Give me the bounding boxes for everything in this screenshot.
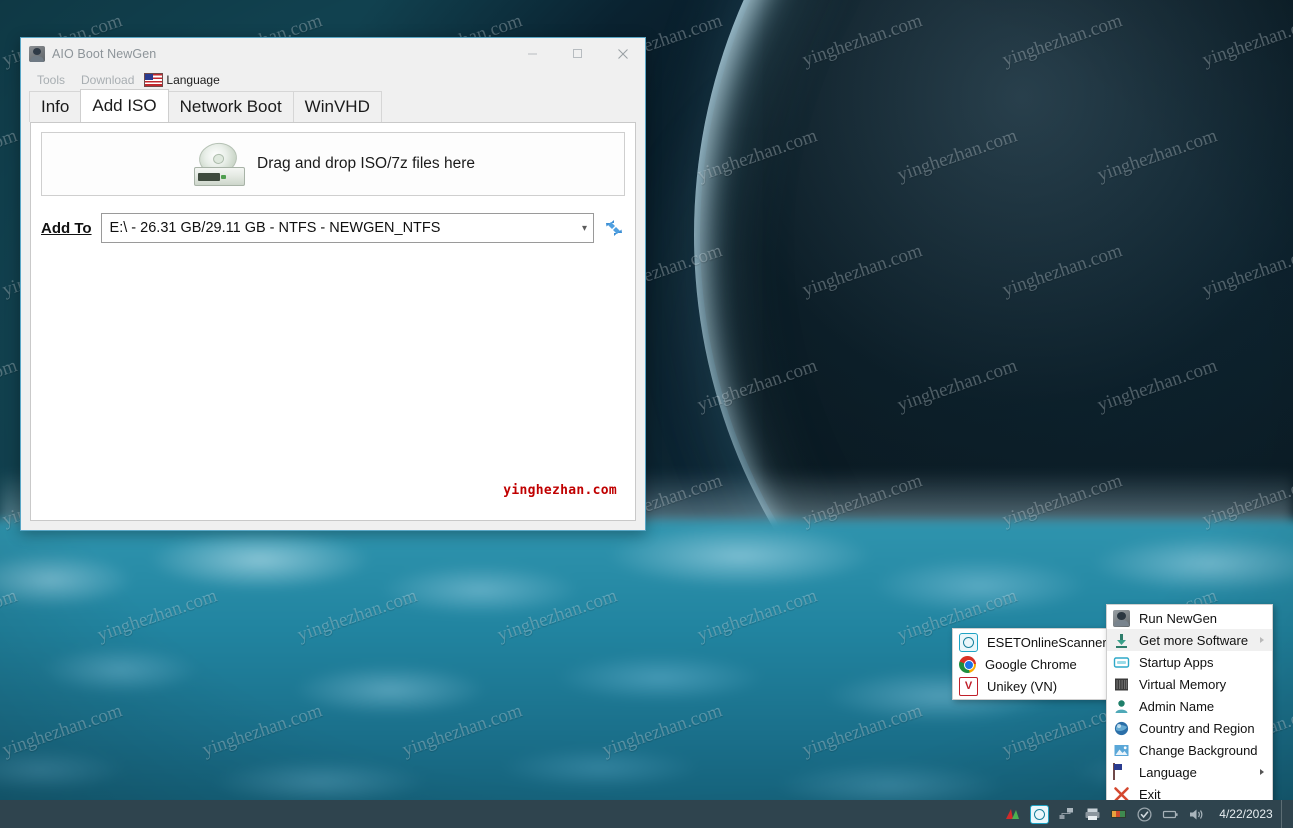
optical-disc-drive-icon — [191, 140, 247, 186]
submenu-item-chrome[interactable]: Google Chrome — [953, 653, 1108, 675]
menu-item-label: Country and Region — [1139, 720, 1255, 736]
menu-item-label: Run NewGen — [1139, 610, 1218, 626]
window-titlebar[interactable]: AIO Boot NewGen — [21, 38, 645, 69]
user-icon — [1113, 698, 1130, 715]
desktop: yinghezhan.com yinghezhan.com yinghezhan.c… — [0, 0, 1293, 828]
menu-item-virtual-memory[interactable]: Virtual Memory — [1107, 673, 1272, 695]
add-to-selected-value: E:\ - 26.31 GB/29.11 GB - NTFS - NEWGEN_… — [109, 220, 441, 236]
add-to-row: Add To E:\ - 26.31 GB/29.11 GB - NTFS - … — [41, 213, 625, 243]
taskbar-clock[interactable]: 4/22/2023 — [1215, 807, 1277, 821]
menu-tools[interactable]: Tools — [29, 69, 73, 90]
chevron-right-icon — [1260, 637, 1264, 643]
us-flag-icon — [1113, 762, 1130, 781]
refresh-icon[interactable] — [603, 217, 625, 239]
tab-winvhd[interactable]: WinVHD — [292, 91, 382, 122]
download-icon — [1113, 632, 1130, 649]
add-to-label: Add To — [41, 219, 92, 237]
menu-item-label: Virtual Memory — [1139, 676, 1227, 692]
network-icon[interactable] — [1058, 806, 1075, 823]
iso-file-list[interactable]: yinghezhan.com — [41, 252, 625, 520]
iso-dropzone[interactable]: Drag and drop ISO/7z files here — [41, 132, 625, 196]
unikey-icon: V — [959, 676, 978, 696]
submenu-item-eset[interactable]: ESETOnlineScanner — [953, 631, 1108, 653]
menu-language[interactable]: Language — [142, 69, 227, 90]
menu-item-run-newgen[interactable]: Run NewGen — [1107, 607, 1272, 629]
menu-item-get-more-software[interactable]: Get more Software — [1107, 629, 1272, 651]
startup-icon — [1113, 654, 1130, 671]
shield-icon[interactable] — [1136, 806, 1153, 823]
menu-download[interactable]: Download — [73, 69, 142, 90]
menu-item-change-background[interactable]: Change Background — [1107, 739, 1272, 761]
menu-item-label: Startup Apps — [1139, 654, 1214, 670]
menu-language-label: Language — [166, 72, 220, 87]
window-menubar[interactable]: Tools Download Language — [21, 69, 645, 90]
battery-icon[interactable] — [1162, 806, 1179, 823]
window-title: AIO Boot NewGen — [52, 46, 157, 61]
submenu-item-label: Unikey (VN) — [987, 678, 1058, 694]
eset-icon[interactable] — [1030, 804, 1049, 824]
menu-item-admin-name[interactable]: Admin Name — [1107, 695, 1272, 717]
tab-network-boot[interactable]: Network Boot — [167, 91, 294, 122]
tray-context-menu[interactable]: Run NewGen Get more Software Startup App — [1106, 604, 1273, 808]
tab-panel-add-iso: Drag and drop ISO/7z files here Add To E… — [30, 122, 636, 521]
globe-icon — [1113, 720, 1130, 737]
system-tray[interactable] — [1004, 804, 1205, 824]
minimize-button[interactable] — [510, 39, 555, 69]
submenu-item-unikey[interactable]: V Unikey (VN) — [953, 675, 1108, 697]
menu-item-label: Change Background — [1139, 742, 1258, 758]
nvidia-icon[interactable] — [1004, 806, 1021, 823]
chrome-icon — [959, 655, 976, 673]
chevron-down-icon: ▾ — [581, 222, 587, 234]
eset-icon — [959, 632, 978, 652]
menu-item-label: Get more Software — [1139, 632, 1249, 648]
picture-icon — [1113, 742, 1130, 759]
chevron-right-icon — [1260, 769, 1264, 775]
display-icon[interactable] — [1110, 806, 1127, 823]
printer-icon[interactable] — [1084, 806, 1101, 823]
app-watermark: yinghezhan.com — [503, 483, 617, 498]
aio-boot-newgen-window[interactable]: AIO Boot NewGen Tools Download Language … — [20, 37, 646, 531]
tab-info[interactable]: Info — [29, 91, 82, 122]
volume-icon[interactable] — [1188, 806, 1205, 823]
menu-item-label: Admin Name — [1139, 698, 1215, 714]
app-icon — [1113, 609, 1130, 627]
menu-item-country-and-region[interactable]: Country and Region — [1107, 717, 1272, 739]
menu-item-startup-apps[interactable]: Startup Apps — [1107, 651, 1272, 673]
add-to-select[interactable]: E:\ - 26.31 GB/29.11 GB - NTFS - NEWGEN_… — [100, 213, 594, 243]
memory-icon — [1113, 676, 1130, 693]
show-desktop-button[interactable] — [1281, 800, 1289, 828]
app-icon — [29, 45, 45, 62]
close-button[interactable] — [600, 39, 645, 69]
dropzone-label: Drag and drop ISO/7z files here — [257, 155, 475, 172]
menu-item-language[interactable]: Language — [1107, 761, 1272, 783]
tab-add-iso[interactable]: Add ISO — [80, 89, 169, 122]
get-more-software-submenu[interactable]: ESETOnlineScanner Google Chrome V Unikey… — [952, 628, 1109, 700]
maximize-button[interactable] — [555, 39, 600, 69]
taskbar[interactable]: 4/22/2023 — [0, 800, 1293, 828]
submenu-item-label: Google Chrome — [985, 656, 1077, 672]
us-flag-icon — [144, 72, 164, 87]
submenu-item-label: ESETOnlineScanner — [987, 634, 1107, 650]
tabstrip[interactable]: Info Add ISO Network Boot WinVHD — [21, 89, 645, 122]
menu-item-label: Language — [1139, 764, 1197, 780]
